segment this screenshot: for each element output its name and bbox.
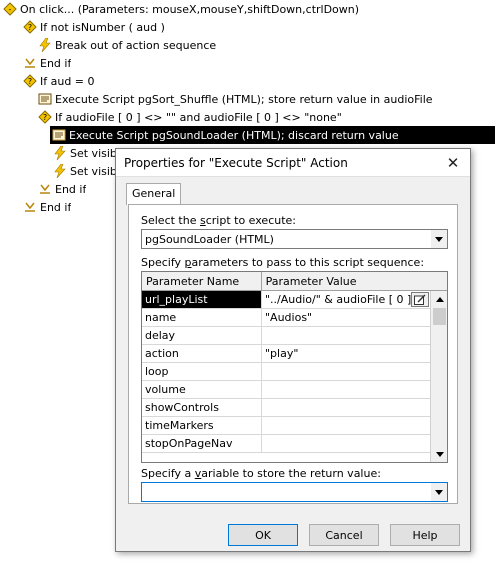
condition-diamond-icon: ? <box>23 20 37 34</box>
param-value[interactable]: "play" <box>262 345 431 362</box>
tree-item-if-aud[interactable]: ? If aud = 0 <box>0 72 495 90</box>
ok-button[interactable]: OK <box>228 524 298 546</box>
param-name: action <box>142 345 262 362</box>
params-label: Specify parameters to pass to this scrip… <box>141 256 424 269</box>
svg-text:?: ? <box>28 77 32 86</box>
end-if-icon <box>38 182 52 196</box>
chevron-down-icon[interactable] <box>430 230 447 248</box>
table-row[interactable]: delay <box>142 327 447 345</box>
params-label-accel: p <box>184 256 192 269</box>
tree-item-label: Break out of action sequence <box>55 38 217 52</box>
general-tab-panel: Select the script to execute: pgSoundLoa… <box>128 204 458 504</box>
return-label-pre: Specify a <box>141 467 195 480</box>
table-row[interactable]: loop <box>142 363 447 381</box>
condition-diamond-icon: ? <box>23 74 37 88</box>
tree-item-label: On click... (Parameters: mouseX,mouseY,s… <box>20 2 360 16</box>
grid-scrollbar[interactable] <box>430 291 447 462</box>
param-value-cell[interactable]: "../Audio/" & audioFile [ 0 ] <box>262 291 431 308</box>
script-icon <box>38 92 52 106</box>
dialog-titlebar[interactable]: Properties for "Execute Script" Action ✕ <box>116 149 470 177</box>
lightning-icon <box>53 146 67 160</box>
table-row[interactable]: timeMarkers <box>142 417 447 435</box>
script-label-post: cript to execute: <box>205 214 296 227</box>
return-label: Specify a variable to store the return v… <box>141 467 381 480</box>
params-label-post: arameters to pass to this script sequenc… <box>191 256 425 269</box>
tree-item-label: Execute Script pgSoundLoader (HTML); dis… <box>69 128 399 142</box>
tree-item-if-not-isnumber[interactable]: ? If not isNumber ( aud ) <box>0 18 495 36</box>
scroll-up-icon[interactable] <box>431 291 447 307</box>
param-name: delay <box>142 327 262 344</box>
tree-item-label: If audioFile [ 0 ] <> "" and audioFile [… <box>55 110 342 124</box>
scroll-down-icon[interactable] <box>431 446 447 462</box>
table-row[interactable]: action "play" <box>142 345 447 363</box>
tab-general[interactable]: General <box>126 183 182 205</box>
edit-expression-icon[interactable] <box>411 292 429 307</box>
tree-item-if-audiofile[interactable]: ? If audioFile [ 0 ] <> "" and audioFile… <box>0 108 495 126</box>
svg-text:?: ? <box>43 113 47 122</box>
script-select-value: pgSoundLoader (HTML) <box>145 232 274 246</box>
table-row[interactable]: stopOnPageNav <box>142 435 447 453</box>
table-row[interactable]: name "Audios" <box>142 309 447 327</box>
table-row[interactable]: url_playList "../Audio/" & audioFile [ 0… <box>142 291 447 309</box>
end-if-icon <box>23 200 37 214</box>
tree-item-label: End if <box>40 200 72 214</box>
tree-item-label: Execute Script pgSort_Shuffle (HTML); st… <box>55 92 433 106</box>
help-button[interactable]: Help <box>390 524 460 546</box>
param-value[interactable] <box>262 363 431 380</box>
table-row[interactable]: showControls <box>142 399 447 417</box>
scroll-thumb[interactable] <box>433 308 446 325</box>
param-name: loop <box>142 363 262 380</box>
tree-item-label: If not isNumber ( aud ) <box>40 20 165 34</box>
return-variable-select[interactable] <box>141 482 448 502</box>
params-label-pre: Specify <box>141 256 185 269</box>
lightning-icon <box>53 164 67 178</box>
return-label-post: ariable to store the return value: <box>201 467 381 480</box>
param-value[interactable] <box>262 381 431 398</box>
tree-item-label: End if <box>40 56 72 70</box>
condition-diamond-icon: ? <box>38 110 52 124</box>
column-header-value[interactable]: Parameter Value <box>262 272 447 290</box>
param-name: timeMarkers <box>142 417 262 434</box>
param-value[interactable] <box>262 417 431 434</box>
tree-item-label: End if <box>55 182 87 196</box>
parameters-grid: Parameter Name Parameter Value url_playL… <box>141 271 448 463</box>
param-value[interactable] <box>262 435 431 452</box>
param-name: name <box>142 309 262 326</box>
param-name: stopOnPageNav <box>142 435 262 452</box>
param-value[interactable] <box>262 399 431 416</box>
grid-header: Parameter Name Parameter Value <box>142 272 447 291</box>
chevron-down-icon[interactable] <box>430 483 447 501</box>
param-value[interactable]: "Audios" <box>262 309 431 326</box>
param-value[interactable] <box>262 327 431 344</box>
tree-item-label: If aud = 0 <box>40 74 95 88</box>
param-value: "../Audio/" & audioFile [ 0 ] <box>265 293 412 306</box>
table-row[interactable]: volume <box>142 381 447 399</box>
script-select[interactable]: pgSoundLoader (HTML) <box>141 229 448 249</box>
tree-item-end-if[interactable]: End if <box>0 54 495 72</box>
svg-text:?: ? <box>28 23 32 32</box>
param-name: showControls <box>142 399 262 416</box>
tree-item-execute-shuffle[interactable]: Execute Script pgSort_Shuffle (HTML); st… <box>0 90 495 108</box>
expand-diamond-icon[interactable]: - <box>3 2 17 16</box>
lightning-icon <box>38 38 52 52</box>
dialog-title: Properties for "Execute Script" Action <box>124 155 348 170</box>
script-label-pre: Select the <box>141 214 200 227</box>
close-icon[interactable]: ✕ <box>436 149 470 177</box>
tree-item-on-click[interactable]: - On click... (Parameters: mouseX,mouseY… <box>0 0 495 18</box>
end-if-icon <box>23 56 37 70</box>
tree-item-execute-soundloader[interactable]: Execute Script pgSoundLoader (HTML); dis… <box>50 126 495 144</box>
svg-text:-: - <box>9 5 12 14</box>
cancel-button[interactable]: Cancel <box>309 524 379 546</box>
script-icon <box>52 128 66 142</box>
param-name: volume <box>142 381 262 398</box>
properties-dialog: Properties for "Execute Script" Action ✕… <box>115 148 471 552</box>
param-name: url_playList <box>142 291 262 308</box>
tree-item-break[interactable]: Break out of action sequence <box>0 36 495 54</box>
column-header-name[interactable]: Parameter Name <box>142 272 262 290</box>
script-label: Select the script to execute: <box>141 214 296 227</box>
